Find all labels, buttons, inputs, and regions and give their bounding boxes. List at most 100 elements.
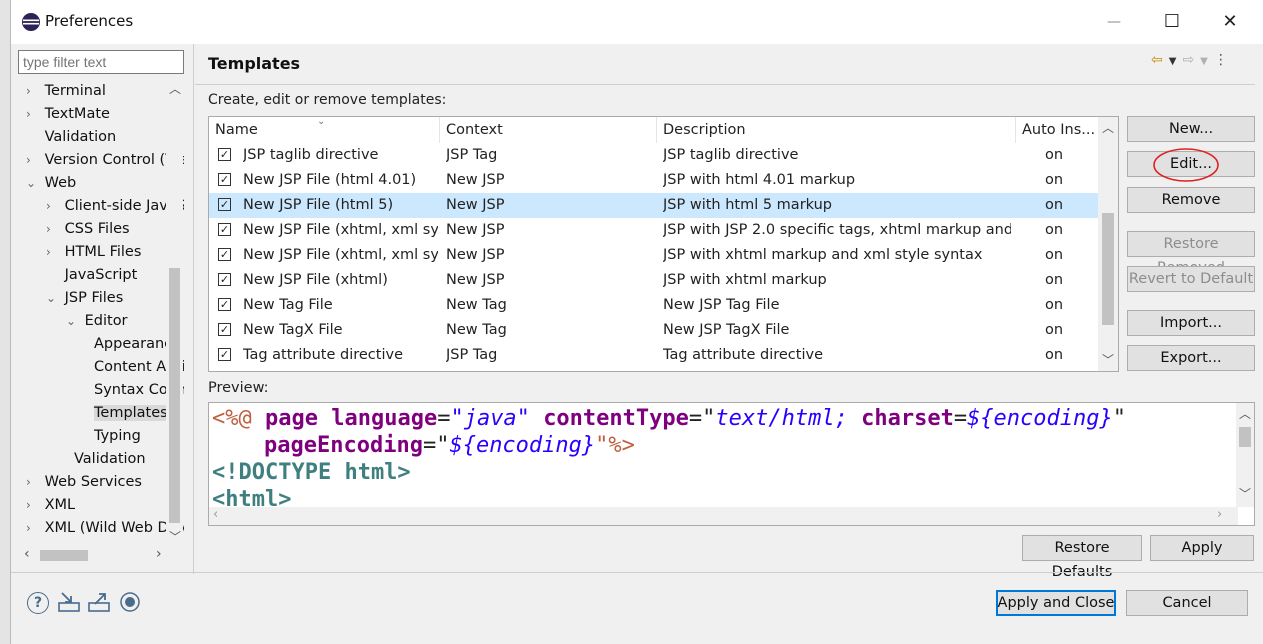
table-row[interactable]: ✓ New TagX File New Tag New JSP TagX Fil… xyxy=(209,318,1098,343)
table-vertical-scrollbar[interactable]: ︿ ﹀ xyxy=(1098,117,1118,371)
export-prefs-icon[interactable] xyxy=(87,590,111,614)
chevron-right-icon: › xyxy=(26,521,31,535)
checkbox[interactable]: ✓ xyxy=(218,198,231,211)
checkbox[interactable]: ✓ xyxy=(218,248,231,261)
scroll-thumb[interactable] xyxy=(40,550,88,561)
preview-label: Preview: xyxy=(208,380,269,396)
chevron-right-icon: › xyxy=(46,245,51,259)
table-row-selected[interactable]: ✓ New JSP File (html 5) New JSP JSP with… xyxy=(209,193,1098,218)
scroll-up-icon[interactable]: ︿ xyxy=(169,80,181,97)
apply-and-close-button[interactable]: Apply and Close xyxy=(996,590,1116,616)
restore-defaults-button[interactable]: Restore Defaults xyxy=(1022,535,1142,580)
tree-item-javascript[interactable]: JavaScript xyxy=(46,264,138,286)
scroll-up-icon[interactable]: ︿ xyxy=(1239,405,1251,422)
table-row[interactable]: ✓ New JSP File (xhtml) New JSP JSP with … xyxy=(209,268,1098,293)
tree-item-templates[interactable]: Templates xyxy=(94,402,168,424)
preview-line-2: pageEncoding="${encoding}"%> xyxy=(264,433,635,458)
column-header-context[interactable]: Context xyxy=(440,117,657,143)
export-button[interactable]: Export... xyxy=(1127,345,1255,371)
tree-item-editor[interactable]: ⌄ Editor xyxy=(66,310,128,332)
checkbox[interactable]: ✓ xyxy=(218,323,231,336)
background-left-strip xyxy=(0,0,10,644)
table-row[interactable]: ✓ New JSP File (xhtml, xml sy... New JSP… xyxy=(209,243,1098,268)
import-button[interactable]: Import... xyxy=(1127,310,1255,336)
scroll-thumb[interactable] xyxy=(1102,213,1114,325)
import-prefs-icon[interactable] xyxy=(57,590,81,614)
scroll-right-icon[interactable]: › xyxy=(156,546,162,562)
dropdown-icon[interactable]: ▼ xyxy=(1169,56,1177,67)
tree-vertical-scrollbar[interactable]: ︿ ﹀ xyxy=(166,78,183,548)
preferences-tree: › Terminal › TextMate Validation › Versi… xyxy=(18,78,184,568)
dropdown-icon[interactable]: ▼ xyxy=(1200,56,1208,67)
scroll-thumb[interactable] xyxy=(169,268,180,523)
checkbox[interactable]: ✓ xyxy=(218,298,231,311)
table-row[interactable]: ✓ New JSP File (xhtml, xml sy... New JSP… xyxy=(209,218,1098,243)
help-icon[interactable]: ? xyxy=(27,592,49,614)
templates-table: Name ⌄ Context Description Auto Ins... ✓ … xyxy=(208,116,1119,372)
scroll-left-icon[interactable]: ‹ xyxy=(24,546,30,562)
scroll-right-icon[interactable]: › xyxy=(1217,507,1222,522)
window-title: Preferences xyxy=(45,12,134,30)
cancel-button[interactable]: Cancel xyxy=(1126,590,1248,616)
column-header-description[interactable]: Description xyxy=(657,117,1016,143)
scroll-left-icon[interactable]: ‹ xyxy=(213,507,218,522)
new-button[interactable]: New... xyxy=(1127,116,1255,142)
tree-item-textmate[interactable]: › TextMate xyxy=(26,103,110,125)
preview-line-1: <%@ page language="java" contentType="te… xyxy=(212,406,1127,431)
sort-indicator-icon: ⌄ xyxy=(317,116,326,127)
chevron-right-icon: › xyxy=(46,222,51,236)
minimize-button[interactable]: — xyxy=(1091,4,1137,40)
scroll-down-icon[interactable]: ﹀ xyxy=(1239,485,1251,502)
checkbox[interactable]: ✓ xyxy=(218,223,231,236)
column-header-auto-insert[interactable]: Auto Ins... xyxy=(1016,117,1100,143)
maximize-button[interactable]: ☐ xyxy=(1149,4,1195,40)
checkbox[interactable]: ✓ xyxy=(218,173,231,186)
apply-button[interactable]: Apply xyxy=(1150,535,1254,561)
sash[interactable] xyxy=(193,44,194,574)
table-row[interactable]: ✓ New Tag File New Tag New JSP Tag File … xyxy=(209,293,1098,318)
filter-input[interactable] xyxy=(18,50,184,74)
more-icon[interactable]: ⋮ xyxy=(1214,52,1228,68)
table-row[interactable]: ✓ New JSP File (html 4.01) New JSP JSP w… xyxy=(209,168,1098,193)
preview-horizontal-scrollbar[interactable]: ‹ › xyxy=(209,507,1238,525)
record-icon[interactable] xyxy=(119,591,141,613)
revert-to-default-button[interactable]: Revert to Default xyxy=(1127,266,1255,292)
scroll-down-icon[interactable]: ﹀ xyxy=(1102,351,1114,368)
chevron-down-icon: ⌄ xyxy=(66,314,77,328)
tree-item-xml-wild-web[interactable]: › XML (Wild Web Developer) xyxy=(26,517,184,539)
checkbox[interactable]: ✓ xyxy=(218,348,231,361)
tree-item-html-files[interactable]: › HTML Files xyxy=(46,241,141,263)
chevron-right-icon: › xyxy=(26,498,31,512)
tree-item-terminal[interactable]: › Terminal xyxy=(26,80,106,102)
tree-item-web-services[interactable]: › Web Services xyxy=(26,471,142,493)
preview-vertical-scrollbar[interactable]: ︿ ﹀ xyxy=(1236,403,1254,507)
tree-item-xml[interactable]: › XML xyxy=(26,494,75,516)
preview-editor[interactable]: <%@ page language="java" contentType="te… xyxy=(208,402,1255,526)
restore-removed-button[interactable]: Restore Removed xyxy=(1127,231,1255,276)
tree-item-version-control[interactable]: › Version Control (Team) xyxy=(26,149,184,171)
table-row[interactable]: ✓ JSP taglib directive JSP Tag JSP tagli… xyxy=(209,143,1098,168)
tree-item-client-side-javascript[interactable]: › Client-side JavaScript xyxy=(46,195,184,217)
scroll-down-icon[interactable]: ﹀ xyxy=(169,528,181,545)
column-header-name[interactable]: Name ⌄ xyxy=(209,117,440,143)
close-button[interactable]: ✕ xyxy=(1207,4,1253,40)
tree-item-jsp-files[interactable]: ⌄ JSP Files xyxy=(46,287,123,309)
eclipse-icon xyxy=(22,13,40,31)
checkbox[interactable]: ✓ xyxy=(218,148,231,161)
scroll-thumb[interactable] xyxy=(1239,427,1251,447)
table-row[interactable]: ✓ Tag attribute directive JSP Tag Tag at… xyxy=(209,343,1098,368)
scroll-up-icon[interactable]: ︿ xyxy=(1102,119,1114,136)
tree-item-web[interactable]: ⌄ Web xyxy=(26,172,76,194)
tree-horizontal-scrollbar[interactable]: ‹ › xyxy=(18,546,184,566)
remove-button[interactable]: Remove xyxy=(1127,187,1255,213)
chevron-right-icon: › xyxy=(26,475,31,489)
forward-arrow-icon[interactable]: ⇨ xyxy=(1182,52,1194,68)
tree-item-css-files[interactable]: › CSS Files xyxy=(46,218,130,240)
tree-item-validation[interactable]: Validation xyxy=(26,126,117,148)
chevron-right-icon: › xyxy=(26,84,31,98)
tree-item-jsp-validation[interactable]: Validation xyxy=(74,448,146,470)
back-arrow-icon[interactable]: ⇦ xyxy=(1151,52,1163,68)
preview-line-3: <!DOCTYPE html> xyxy=(212,460,411,485)
checkbox[interactable]: ✓ xyxy=(218,273,231,286)
tree-item-typing[interactable]: Typing xyxy=(94,425,141,447)
